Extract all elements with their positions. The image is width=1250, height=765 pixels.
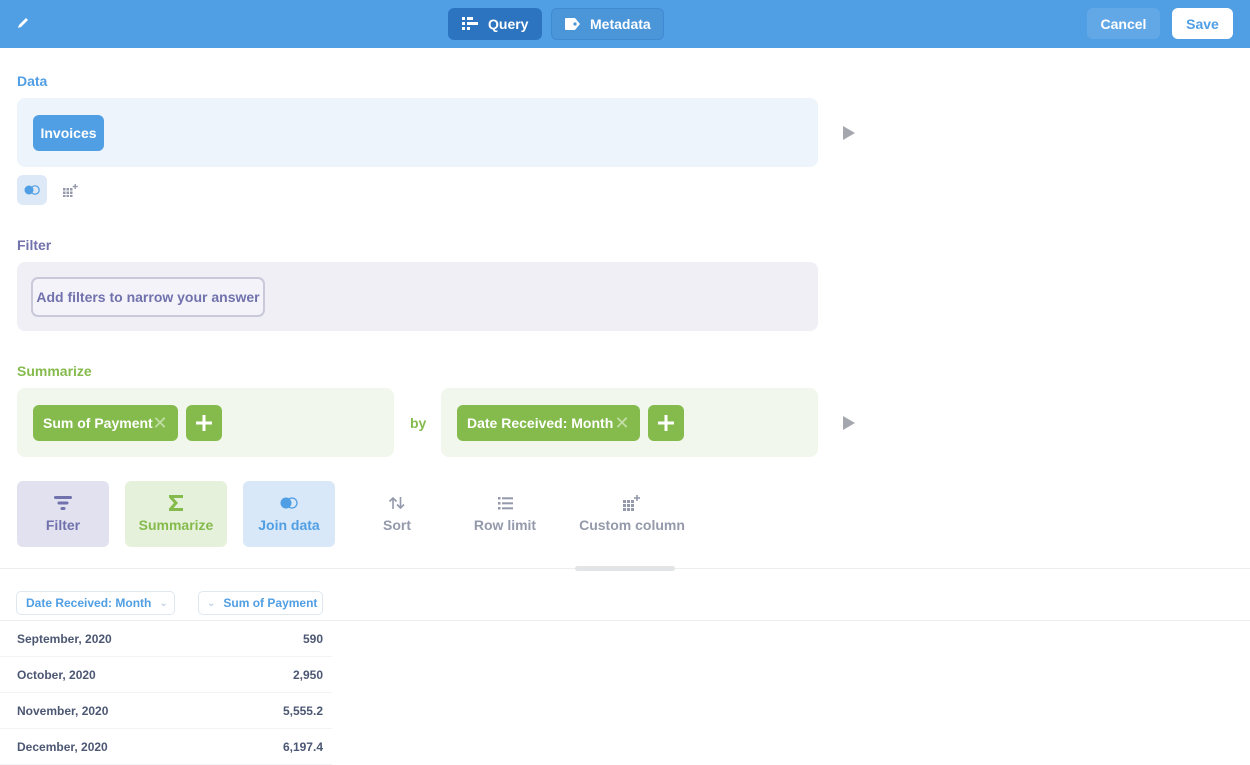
remove-breakout-icon[interactable]: ✕ xyxy=(614,414,630,432)
preview-play-icon[interactable] xyxy=(843,126,855,140)
breakout-pill[interactable]: Date Received: Month ✕ xyxy=(457,405,640,441)
notebook-icon xyxy=(462,17,478,31)
action-join-button[interactable]: Join data xyxy=(243,481,335,547)
list-icon xyxy=(497,492,513,514)
add-breakout-button[interactable] xyxy=(648,405,684,441)
plus-icon xyxy=(196,415,212,431)
top-bar: Query Metadata Cancel Save xyxy=(0,0,1250,48)
action-custom-column-label: Custom column xyxy=(579,517,685,533)
action-sort-button[interactable]: Sort xyxy=(362,481,432,547)
action-filter-label: Filter xyxy=(45,517,81,533)
column-header-date-label: Date Received: Month xyxy=(26,596,152,610)
tab-metadata[interactable]: Metadata xyxy=(551,8,664,40)
action-summarize-button[interactable]: Summarize xyxy=(125,481,227,547)
add-filter-button[interactable]: Add filters to narrow your answer xyxy=(31,277,265,317)
by-label: by xyxy=(410,415,427,431)
table-row: December, 2020 6,197.4 xyxy=(0,729,332,765)
cell-sum: 5,555.2 xyxy=(282,704,323,718)
column-header-date[interactable]: Date Received: Month ⌄ xyxy=(16,591,175,615)
join-icon xyxy=(280,492,298,514)
cancel-button[interactable]: Cancel xyxy=(1087,8,1160,39)
save-button[interactable]: Save xyxy=(1172,8,1233,39)
preview-play-icon[interactable] xyxy=(843,416,855,430)
tab-query-label: Query xyxy=(488,16,529,32)
table-row: October, 2020 2,950 xyxy=(0,657,332,693)
metric-pill[interactable]: Sum of Payment ✕ xyxy=(33,405,178,441)
cell-date: November, 2020 xyxy=(17,704,109,718)
sort-icon xyxy=(388,492,406,514)
plus-icon xyxy=(658,415,674,431)
tab-metadata-label: Metadata xyxy=(590,16,651,32)
summarize-section-label: Summarize xyxy=(17,363,92,379)
data-source-pill[interactable]: Invoices xyxy=(33,115,104,151)
action-row-limit-button[interactable]: Row limit xyxy=(465,481,545,547)
data-step-panel xyxy=(17,98,818,167)
add-column-icon[interactable] xyxy=(57,175,83,205)
pencil-icon[interactable] xyxy=(14,14,32,32)
join-icon[interactable] xyxy=(17,175,47,205)
action-filter-button[interactable]: Filter xyxy=(17,481,109,547)
table-row: September, 2020 590 xyxy=(0,621,332,657)
metric-pill-label: Sum of Payment xyxy=(43,415,153,431)
add-metric-button[interactable] xyxy=(186,405,222,441)
cell-sum: 2,950 xyxy=(292,668,323,682)
table-row: November, 2020 5,555.2 xyxy=(0,693,332,729)
chevron-down-icon: ⌄ xyxy=(207,597,216,609)
action-summarize-label: Summarize xyxy=(138,517,214,533)
action-join-label: Join data xyxy=(258,517,320,533)
breakout-pill-label: Date Received: Month xyxy=(467,415,614,431)
remove-metric-icon[interactable]: ✕ xyxy=(152,414,168,432)
cell-date: December, 2020 xyxy=(17,740,108,754)
column-header-sum-label: Sum of Payment xyxy=(223,596,318,610)
column-header-sum[interactable]: ⌄ Sum of Payment xyxy=(198,591,323,615)
chevron-down-icon: ⌄ xyxy=(159,597,168,609)
cell-sum: 6,197.4 xyxy=(282,740,323,754)
action-sort-label: Sort xyxy=(383,517,411,533)
cell-sum: 590 xyxy=(302,632,323,646)
cell-date: September, 2020 xyxy=(17,632,112,646)
filter-icon xyxy=(54,492,72,514)
filter-section-label: Filter xyxy=(17,237,52,253)
data-section-label: Data xyxy=(17,73,48,89)
sum-icon xyxy=(169,492,183,514)
resize-handle[interactable] xyxy=(575,566,675,571)
add-column-icon xyxy=(623,492,641,514)
action-row-limit-label: Row limit xyxy=(473,517,537,533)
tag-icon xyxy=(565,18,580,30)
tab-query[interactable]: Query xyxy=(448,8,542,40)
action-custom-column-button[interactable]: Custom column xyxy=(578,481,686,547)
cell-date: October, 2020 xyxy=(17,668,96,682)
